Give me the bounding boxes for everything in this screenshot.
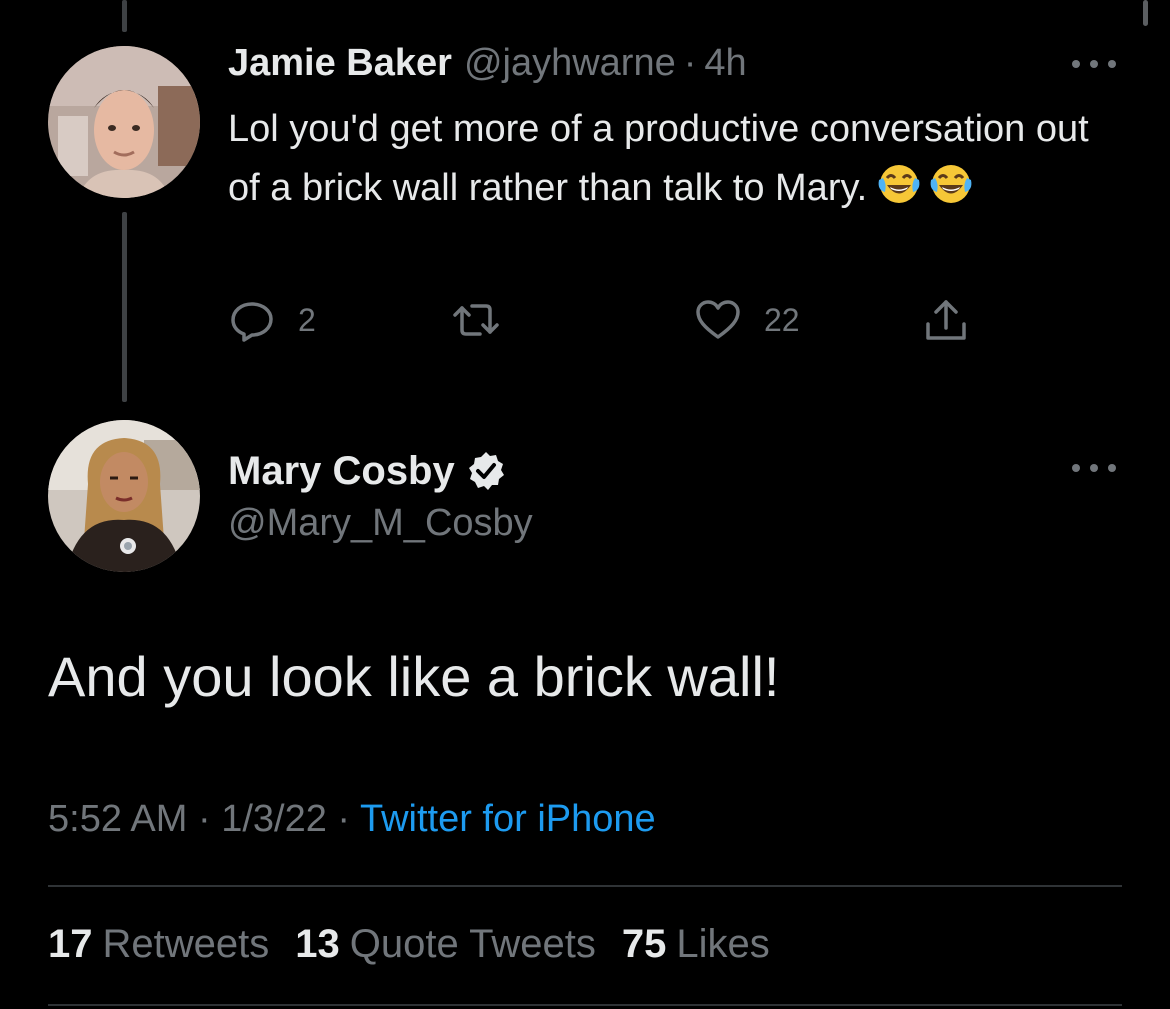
- separator-dot: ·: [197, 798, 211, 840]
- retweet-icon: [453, 304, 499, 336]
- face-with-tears-of-joy-icon: [878, 165, 920, 203]
- retweet-button[interactable]: [452, 292, 522, 348]
- tweet-date[interactable]: 1/3/22: [221, 798, 327, 840]
- tweet-thread-view: Jamie Baker @jayhwarne · 4h Lol you'd ge…: [0, 0, 1170, 1009]
- author-name[interactable]: Mary Cosby: [228, 449, 455, 494]
- face-with-tears-of-joy-icon: [930, 165, 972, 203]
- reply-button[interactable]: 2: [228, 292, 316, 348]
- verified-badge-icon: [468, 452, 504, 490]
- tweet-time[interactable]: 4h: [704, 42, 746, 85]
- tweet-time[interactable]: 5:52 AM: [48, 798, 187, 840]
- quote-tweets-stat[interactable]: 13 Quote Tweets: [295, 922, 596, 967]
- avatar-jamie-baker[interactable]: [48, 46, 200, 198]
- share-icon: [926, 300, 966, 340]
- like-button[interactable]: 22: [694, 292, 800, 348]
- thread-connector: [122, 212, 127, 402]
- avatar-image: [48, 420, 200, 572]
- more-options-icon[interactable]: [1072, 460, 1116, 476]
- avatar-image: [48, 46, 200, 198]
- emoji-group: [875, 158, 975, 206]
- divider: [48, 885, 1122, 887]
- separator-dot: ·: [683, 42, 697, 84]
- retweets-label: Retweets: [102, 922, 270, 966]
- main-tweet-text: And you look like a brick wall!: [48, 645, 780, 708]
- parent-tweet-header: Jamie Baker @jayhwarne · 4h: [228, 42, 747, 88]
- tweet-stats: 17 Retweets 13 Quote Tweets 75 Likes: [48, 922, 770, 967]
- retweets-count: 17: [48, 922, 93, 966]
- likes-count: 75: [621, 922, 667, 966]
- reply-icon: [231, 302, 273, 342]
- thread-connector-top: [122, 0, 127, 32]
- tweet-source-link[interactable]: Twitter for iPhone: [360, 798, 656, 840]
- quote-tweets-count: 13: [295, 922, 340, 966]
- tweet-meta: 5:52 AM · 1/3/22 · Twitter for iPhone: [48, 798, 656, 841]
- author-handle[interactable]: @Mary_M_Cosby: [228, 502, 533, 545]
- main-tweet-author: Mary Cosby: [228, 446, 507, 496]
- reply-count: 2: [298, 301, 316, 338]
- tweet-actions: 2 22: [228, 292, 988, 348]
- scroll-indicator[interactable]: [1143, 0, 1148, 26]
- likes-stat[interactable]: 75 Likes: [622, 922, 770, 967]
- more-options-icon[interactable]: [1072, 56, 1116, 72]
- parent-tweet-text: Lol you'd get more of a productive conve…: [228, 100, 1128, 217]
- likes-label: Likes: [676, 922, 770, 966]
- divider: [48, 1004, 1122, 1006]
- heart-icon: [696, 300, 740, 339]
- author-handle[interactable]: @jayhwarne: [464, 42, 676, 85]
- separator-dot: ·: [337, 798, 351, 840]
- share-button[interactable]: [922, 292, 970, 348]
- like-count: 22: [764, 301, 800, 338]
- author-name[interactable]: Jamie Baker: [228, 42, 452, 85]
- retweets-stat[interactable]: 17 Retweets: [48, 922, 269, 967]
- avatar-mary-cosby[interactable]: [48, 420, 200, 572]
- quote-tweets-label: Quote Tweets: [349, 922, 596, 966]
